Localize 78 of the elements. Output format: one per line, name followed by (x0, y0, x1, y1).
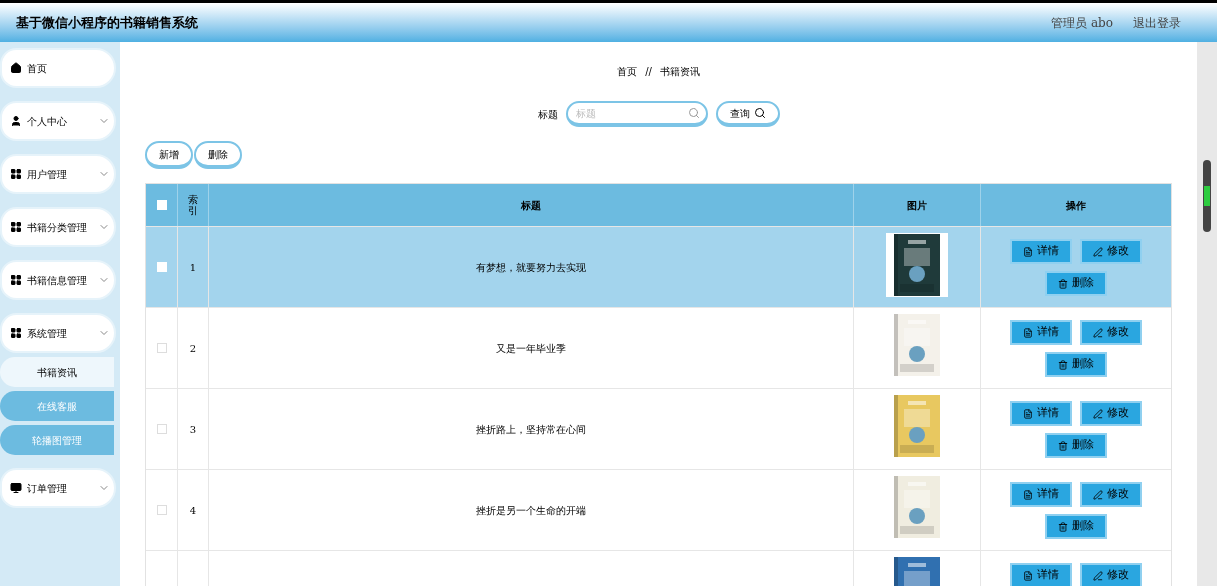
grid-icon (10, 327, 22, 339)
checkbox[interactable] (156, 424, 167, 434)
logout-link[interactable]: 退出登录 (1133, 13, 1181, 32)
delete-button[interactable]: 删除 (194, 141, 242, 169)
pen-icon (1093, 489, 1103, 500)
table-cell-text: 2 (189, 341, 197, 356)
edit-button[interactable]: 修改 (1080, 401, 1142, 426)
search-field[interactable]: 标题 (565, 101, 708, 127)
edit-button[interactable]: 修改 (1080, 239, 1142, 264)
sidebar-item[interactable]: 首页 (0, 48, 116, 88)
column-header: 索引 (188, 194, 198, 216)
admin-name: 管理员 abo (1051, 14, 1113, 32)
table-row[interactable]: 4 挫折是另一个生命的开端 详情 修改 删除 (146, 469, 1171, 550)
sidebar-item[interactable]: 书籍信息管理 (0, 260, 116, 300)
column-header: 操作 (1066, 198, 1086, 213)
breadcrumb-item[interactable]: 首页 (617, 64, 638, 79)
table-cell-text: 3 (189, 422, 197, 437)
table-row[interactable]: 2 又是一年毕业季 详情 修改 删除 (146, 307, 1171, 388)
table-cell-text: 有梦想，就要努力去实现 (476, 260, 586, 275)
trash-icon (1058, 278, 1068, 289)
detail-button[interactable]: 详情 (1010, 401, 1072, 426)
table-row[interactable]: 3 挫折路上，坚持常在心间 详情 修改 删除 (146, 388, 1171, 469)
grid-icon (10, 221, 22, 233)
pen-icon (1093, 246, 1103, 257)
document-icon (1023, 408, 1033, 419)
pen-icon (1093, 570, 1103, 581)
table-row[interactable]: 详情 修改 (146, 550, 1171, 586)
trash-icon (1058, 521, 1068, 532)
search-icon (687, 107, 700, 119)
document-icon (1023, 570, 1033, 581)
trash-icon (1058, 359, 1068, 370)
checkbox[interactable] (156, 343, 167, 353)
table-cell-text: 挫折是另一个生命的开端 (476, 503, 586, 518)
pen-icon (1093, 327, 1103, 338)
edit-button[interactable]: 修改 (1080, 482, 1142, 507)
document-icon (1023, 327, 1033, 338)
breadcrumb-item[interactable]: 书籍资讯 (659, 64, 700, 79)
grid-icon (10, 274, 22, 286)
column-header: 图片 (907, 198, 927, 213)
sidebar-item[interactable]: 系统管理 (0, 313, 116, 353)
sidebar-item[interactable]: 订单管理 (0, 468, 116, 508)
query-button[interactable]: 查询 (715, 101, 780, 127)
delete-button[interactable]: 删除 (1045, 514, 1107, 539)
home-icon (10, 62, 22, 74)
sidebar-item[interactable]: 个人中心 (0, 101, 116, 141)
detail-button[interactable]: 详情 (1010, 482, 1072, 507)
detail-button[interactable]: 详情 (1010, 320, 1072, 345)
search-icon (753, 107, 766, 119)
edit-button[interactable]: 修改 (1080, 320, 1142, 345)
search-label: 标题 (537, 107, 558, 122)
table-cell-text: 挫折路上，坚持常在心间 (476, 422, 586, 437)
edit-button[interactable]: 修改 (1080, 563, 1142, 586)
table-row[interactable]: 1 有梦想，就要努力去实现 详情 修改 删除 (146, 226, 1171, 307)
breadcrumb-separator: // (645, 65, 652, 79)
user-icon (10, 115, 22, 127)
sidebar-item[interactable]: 用户管理 (0, 154, 116, 194)
delete-button[interactable]: 删除 (1045, 352, 1107, 377)
column-header: 标题 (521, 198, 541, 213)
checkbox[interactable] (156, 262, 167, 272)
grid-icon (10, 168, 22, 180)
checkbox[interactable] (156, 200, 167, 210)
table-cell-text: 4 (189, 503, 197, 518)
document-icon (1023, 246, 1033, 257)
monitor-icon (10, 482, 22, 494)
checkbox[interactable] (156, 505, 167, 515)
pen-icon (1093, 408, 1103, 419)
trash-icon (1058, 440, 1068, 451)
app-title: 基于微信小程序的书籍销售系统 (16, 13, 198, 32)
delete-button[interactable]: 删除 (1045, 433, 1107, 458)
submenu-item[interactable]: 书籍资讯 (0, 357, 114, 387)
table-cell-text: 1 (189, 260, 197, 275)
detail-button[interactable]: 详情 (1010, 239, 1072, 264)
detail-button[interactable]: 详情 (1010, 563, 1072, 586)
document-icon (1023, 489, 1033, 500)
delete-button[interactable]: 删除 (1045, 271, 1107, 296)
add-button[interactable]: 新增 (145, 141, 193, 169)
sidebar-item[interactable]: 书籍分类管理 (0, 207, 116, 247)
table-cell-text: 又是一年毕业季 (496, 341, 566, 356)
